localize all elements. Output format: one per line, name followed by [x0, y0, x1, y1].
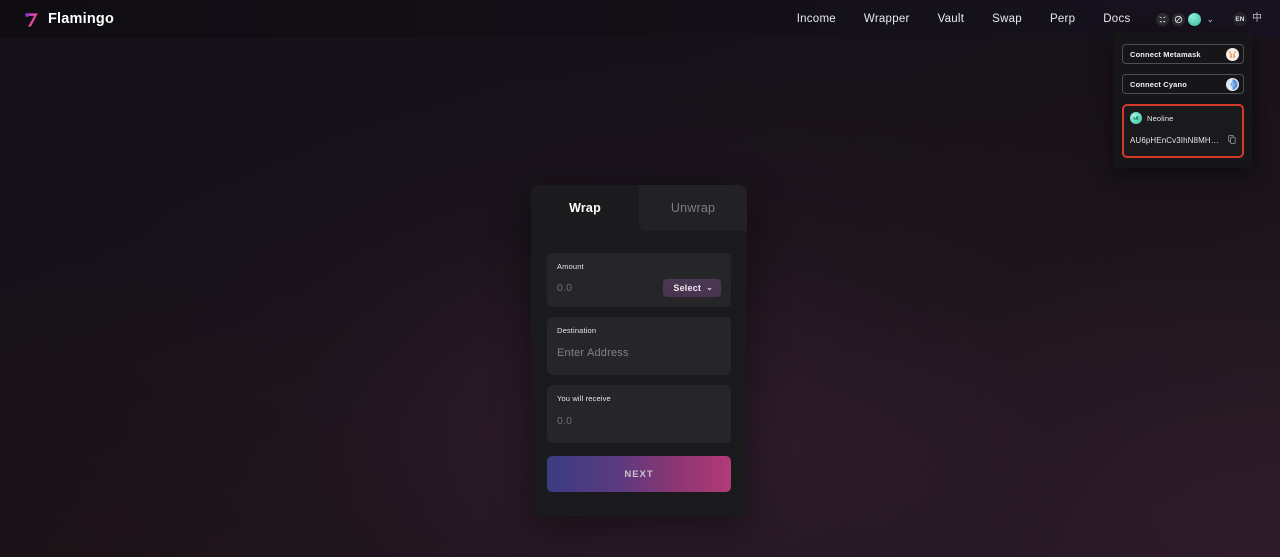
amount-label: Amount [557, 262, 584, 271]
tab-wrap[interactable]: Wrap [531, 185, 639, 231]
nav-link-wrapper[interactable]: Wrapper [850, 7, 924, 31]
select-token-label: Select [673, 283, 702, 293]
chevron-down-icon[interactable]: ⌄ [1206, 14, 1214, 24]
wrap-unwrap-tabs: Wrap Unwrap [531, 185, 747, 231]
tab-unwrap[interactable]: Unwrap [639, 185, 747, 231]
cyano-icon[interactable] [1172, 12, 1186, 26]
receive-label: You will receive [557, 394, 611, 403]
metamask-icon[interactable] [1156, 12, 1170, 26]
header-right-cluster: Income Wrapper Vault Swap Perp Docs ⌄ EN [783, 7, 1262, 31]
destination-label: Destination [557, 326, 597, 335]
nav-link-income[interactable]: Income [783, 7, 850, 31]
wallet-dropdown-panel: Connect Metamask Connect Cyano Neoline A… [1114, 32, 1252, 168]
destination-field-group: Destination [547, 317, 731, 375]
neoline-avatar-icon [1130, 112, 1142, 124]
wrap-form: Amount Select ⌄ Destination You will rec… [531, 231, 747, 516]
connect-cyano-button[interactable]: Connect Cyano [1122, 74, 1244, 94]
amount-field-group: Amount Select ⌄ [547, 253, 731, 307]
copy-icon[interactable] [1228, 131, 1236, 149]
select-token-button[interactable]: Select ⌄ [663, 279, 721, 297]
neoline-icon[interactable] [1188, 12, 1202, 26]
destination-input[interactable] [557, 347, 721, 359]
connected-wallet-header: Neoline [1130, 112, 1236, 124]
main-nav: Income Wrapper Vault Swap Perp Docs [783, 7, 1145, 31]
nav-link-perp[interactable]: Perp [1036, 7, 1089, 31]
brand-logo[interactable]: Flamingo [22, 10, 114, 29]
wrap-card: Wrap Unwrap Amount Select ⌄ Destination [531, 185, 747, 516]
top-navigation-bar: Flamingo Income Wrapper Vault Swap Perp … [0, 0, 1280, 38]
connect-cyano-label: Connect Cyano [1130, 79, 1187, 89]
wallet-status-icons[interactable]: ⌄ [1156, 12, 1214, 26]
language-en-button[interactable]: EN [1233, 12, 1247, 26]
brand-name: Flamingo [48, 11, 115, 27]
connected-wallet-name: Neoline [1147, 113, 1174, 123]
connected-wallet-card[interactable]: Neoline AU6pHEnCv3IhN8MH87C... [1122, 104, 1244, 158]
flamingo-wrapper-page: Flamingo Income Wrapper Vault Swap Perp … [0, 0, 1280, 557]
language-cn-button[interactable]: 中 [1252, 14, 1262, 24]
chevron-down-icon: ⌄ [706, 283, 713, 292]
flamingo-logo-icon [25, 12, 38, 27]
amount-input[interactable] [557, 282, 647, 294]
nav-link-swap[interactable]: Swap [978, 7, 1036, 31]
connect-metamask-button[interactable]: Connect Metamask [1122, 44, 1244, 64]
next-button[interactable]: NEXT [547, 456, 731, 492]
language-switcher[interactable]: EN 中 [1233, 12, 1262, 26]
cyano-wallet-icon [1226, 77, 1239, 91]
nav-link-vault[interactable]: Vault [924, 7, 979, 31]
metamask-fox-icon [1226, 47, 1239, 61]
connected-wallet-address: AU6pHEnCv3IhN8MH87C... [1130, 135, 1223, 145]
connect-metamask-label: Connect Metamask [1130, 49, 1201, 59]
nav-link-docs[interactable]: Docs [1089, 7, 1144, 31]
receive-output [557, 415, 721, 427]
receive-field-group: You will receive [547, 385, 731, 443]
connected-wallet-address-row[interactable]: AU6pHEnCv3IhN8MH87C... [1130, 131, 1236, 149]
amount-input-row: Select ⌄ [557, 279, 721, 297]
